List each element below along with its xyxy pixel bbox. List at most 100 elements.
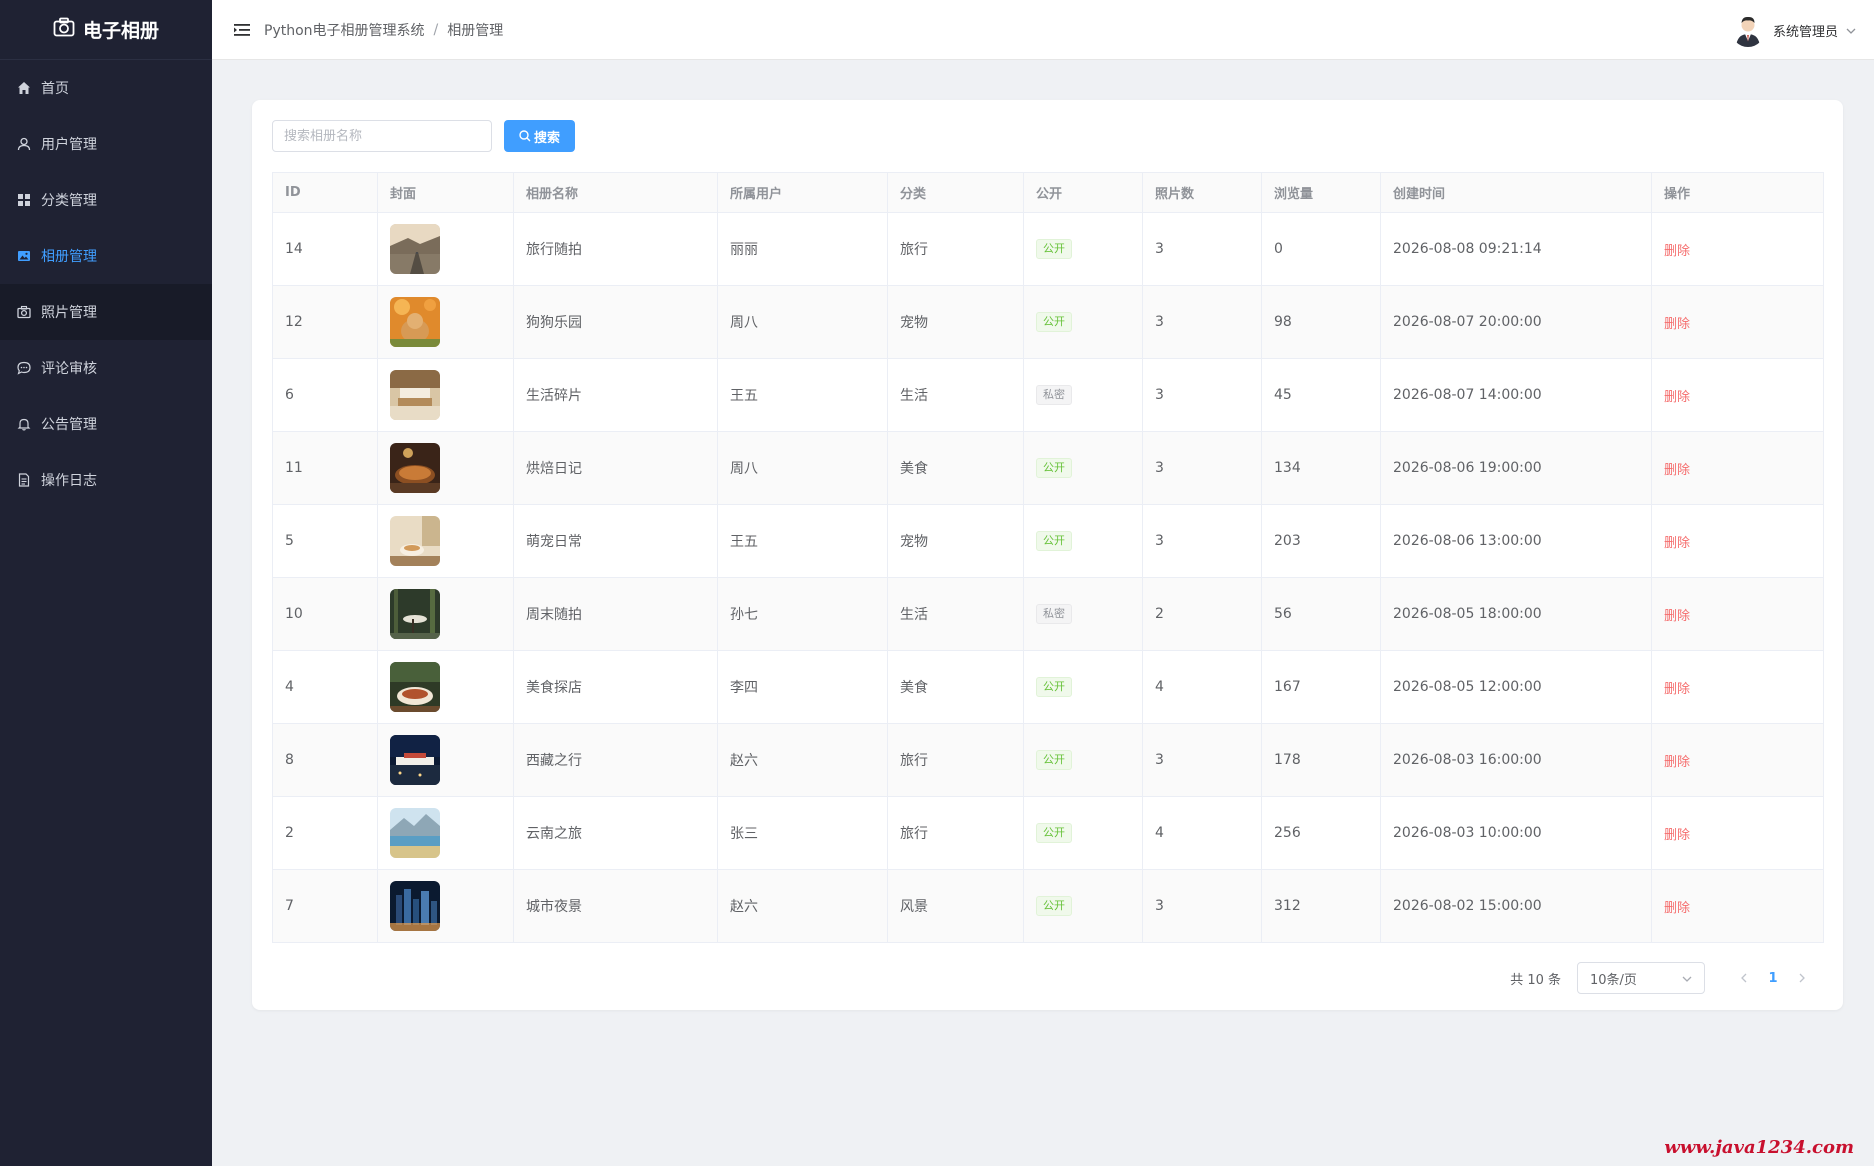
sidebar: 电子相册 首页用户管理 分类管理相册管理照片管理 评论审核 公告管理 操作日志 (0, 0, 212, 1166)
sidebar-item-7[interactable]: 公告管理 (0, 396, 212, 452)
cell-public-text: 公开 (1036, 531, 1072, 551)
cell-photos: 4 (1142, 650, 1262, 724)
cover-thumbnail[interactable] (390, 443, 440, 493)
table-row: 2 云南之旅 张三 旅行 公开 4 256 2026-08-03 10:00:00 删除 (272, 796, 1824, 870)
page-size-select[interactable]: 10条/页 (1577, 962, 1705, 994)
cell-views: 0 (1261, 212, 1381, 286)
cell-views-text: 56 (1274, 606, 1292, 622)
cell-user: 周八 (717, 285, 888, 359)
cell-category-text: 宠物 (900, 534, 928, 550)
cell-action-text[interactable]: 删除 (1664, 317, 1690, 332)
cell-public: 公开 (1023, 723, 1143, 797)
sidebar-item-4[interactable]: 相册管理 (0, 228, 212, 284)
cell-photos-text: 3 (1155, 898, 1164, 914)
cell-created: 2026-08-05 18:00:00 (1380, 577, 1652, 651)
cell-action-text[interactable]: 删除 (1664, 536, 1690, 551)
cell-action-text[interactable]: 删除 (1664, 901, 1690, 916)
menu-fold-icon[interactable] (234, 23, 250, 37)
sidebar-item-6[interactable]: 评论审核 (0, 340, 212, 396)
pagination-total: 共 10 条 (1510, 972, 1561, 988)
cell-id: 6 (272, 358, 378, 432)
cell-name-text: 萌宠日常 (526, 534, 582, 550)
cover-thumbnail[interactable] (390, 662, 440, 712)
cell-action: 删除 (1651, 212, 1824, 286)
cell-category-text: 宠物 (900, 315, 928, 331)
cell-category: 美食 (887, 431, 1024, 505)
cell-views: 256 (1261, 796, 1381, 870)
sidebar-item-8[interactable]: 操作日志 (0, 452, 212, 508)
next-page-button[interactable] (1789, 973, 1815, 983)
prev-page-button[interactable] (1731, 973, 1757, 983)
search-input[interactable] (272, 120, 492, 152)
cell-cover (377, 650, 514, 724)
cell-photos-text: 2 (1155, 606, 1164, 622)
sidebar-item-5[interactable]: 照片管理 (0, 284, 212, 340)
cell-public-text: 公开 (1036, 823, 1072, 843)
app-logo[interactable]: 电子相册 (0, 0, 212, 60)
page-size-value: 10条/页 (1590, 972, 1637, 988)
cell-category: 旅行 (887, 212, 1024, 286)
cell-public-text: 私密 (1036, 604, 1072, 624)
cell-public: 私密 (1023, 577, 1143, 651)
cell-photos: 3 (1142, 358, 1262, 432)
sidebar-item-1[interactable]: 首页 (0, 60, 212, 116)
cover-thumbnail[interactable] (390, 224, 440, 274)
column-header: 相册名称 (513, 172, 718, 213)
table-row: 12 狗狗乐园 周八 宠物 公开 3 98 2026-08-07 20:00:00 删除 (272, 285, 1824, 359)
sidebar-item-label: 首页 (41, 81, 69, 97)
cell-created-text: 2026-08-08 09:21:14 (1393, 241, 1542, 257)
cell-user-text: 王五 (730, 534, 758, 550)
column-header: 分类 (887, 172, 1024, 213)
bell-icon (16, 416, 32, 432)
cell-action-text[interactable]: 删除 (1664, 828, 1690, 843)
sidebar-item-2[interactable]: 用户管理 (0, 116, 212, 172)
breadcrumb-root[interactable]: Python电子相册管理系统 (264, 20, 425, 40)
camera-icon (16, 304, 32, 320)
table-row: 6 生活碎片 王五 生活 私密 3 45 2026-08-07 14:00:00 删除 (272, 358, 1824, 432)
cell-created-text: 2026-08-06 19:00:00 (1393, 460, 1542, 476)
cell-photos: 3 (1142, 869, 1262, 943)
cover-thumbnail[interactable] (390, 516, 440, 566)
cell-action: 删除 (1651, 285, 1824, 359)
cell-name-text: 生活碎片 (526, 388, 582, 404)
sidebar-item-label: 相册管理 (41, 249, 97, 265)
column-header: 创建时间 (1380, 172, 1652, 213)
cell-created: 2026-08-06 19:00:00 (1380, 431, 1652, 505)
cell-user: 丽丽 (717, 212, 888, 286)
cell-cover (377, 431, 514, 505)
cell-cover (377, 212, 514, 286)
search-button[interactable]: 搜索 (504, 120, 576, 152)
cell-action-text[interactable]: 删除 (1664, 755, 1690, 770)
cell-category-text: 美食 (900, 680, 928, 696)
cell-action-text[interactable]: 删除 (1664, 244, 1690, 259)
cell-photos: 2 (1142, 577, 1262, 651)
page-number-current[interactable]: 1 (1757, 971, 1789, 986)
cell-created: 2026-08-07 14:00:00 (1380, 358, 1652, 432)
cover-thumbnail[interactable] (390, 808, 440, 858)
cover-thumbnail[interactable] (390, 297, 440, 347)
cell-id-text: 14 (285, 241, 303, 257)
cover-thumbnail[interactable] (390, 589, 440, 639)
cell-cover (377, 796, 514, 870)
user-menu[interactable]: 系统管理员 (1730, 0, 1856, 60)
table-row: 8 西藏之行 赵六 旅行 公开 3 178 2026-08-03 16:00:00 删除 (272, 723, 1824, 797)
cell-name-text: 周末随拍 (526, 607, 582, 623)
cell-action-text[interactable]: 删除 (1664, 390, 1690, 405)
cell-action: 删除 (1651, 504, 1824, 578)
table-body: 14 旅行随拍 丽丽 旅行 公开 3 0 2026-08-08 09:21:14 删除 12 狗狗乐… (272, 212, 1824, 943)
cell-public-text: 公开 (1036, 458, 1072, 478)
cell-created: 2026-08-06 13:00:00 (1380, 504, 1652, 578)
cell-id: 12 (272, 285, 378, 359)
cell-name: 狗狗乐园 (513, 285, 718, 359)
cell-created-text: 2026-08-03 16:00:00 (1393, 752, 1542, 768)
cell-action-text[interactable]: 删除 (1664, 682, 1690, 697)
sidebar-item-3[interactable]: 分类管理 (0, 172, 212, 228)
cell-photos-text: 3 (1155, 241, 1164, 257)
cover-thumbnail[interactable] (390, 881, 440, 931)
cover-thumbnail[interactable] (390, 370, 440, 420)
cell-photos: 3 (1142, 431, 1262, 505)
cover-thumbnail[interactable] (390, 735, 440, 785)
cell-id-text: 11 (285, 460, 303, 476)
cell-action-text[interactable]: 删除 (1664, 463, 1690, 478)
cell-action-text[interactable]: 删除 (1664, 609, 1690, 624)
